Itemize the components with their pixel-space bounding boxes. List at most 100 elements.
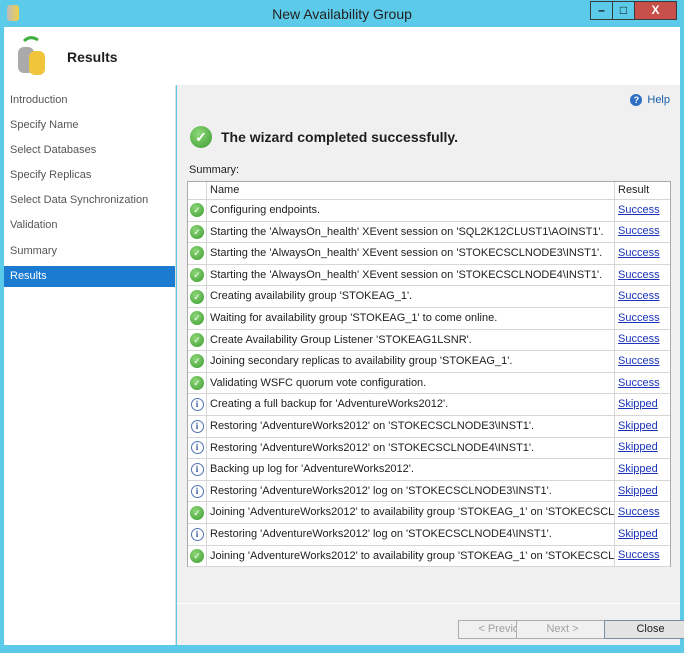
- sidebar-item-summary[interactable]: Summary: [4, 241, 175, 262]
- result-link[interactable]: Skipped: [618, 485, 658, 497]
- row-icon-cell: i: [188, 437, 207, 459]
- row-result: Success: [615, 502, 660, 523]
- result-link[interactable]: Success: [618, 225, 660, 237]
- result-link[interactable]: Skipped: [618, 398, 658, 410]
- row-result: Success: [615, 200, 660, 221]
- divider: [177, 603, 680, 604]
- row-name: Creating availability group 'STOKEAG_1'.: [207, 286, 615, 307]
- table-row[interactable]: ✓ Starting the 'AlwaysOn_health' XEvent s…: [188, 264, 670, 287]
- result-link[interactable]: Skipped: [618, 463, 658, 475]
- result-link[interactable]: Success: [618, 333, 660, 345]
- table-row[interactable]: ✓ Starting the 'AlwaysOn_health' XEvent s…: [188, 221, 670, 244]
- result-link[interactable]: Success: [618, 269, 660, 281]
- success-icon: ✓: [190, 224, 204, 239]
- sidebar-item-select-databases[interactable]: Select Databases: [4, 140, 175, 161]
- success-icon: ✓: [190, 268, 204, 283]
- row-result: Skipped: [615, 437, 658, 458]
- close-window-button[interactable]: X: [634, 1, 677, 20]
- row-icon-cell: i: [188, 394, 207, 415]
- row-name: Starting the 'AlwaysOn_health' XEvent se…: [207, 221, 615, 243]
- row-name: Backing up log for 'AdventureWorks2012'.: [207, 459, 615, 480]
- results-table[interactable]: Name Result ✓ Configuring endpoints. Succe…: [187, 181, 671, 568]
- header-icon-cell: [188, 182, 207, 199]
- status-text: The wizard completed successfully.: [221, 129, 459, 145]
- column-name[interactable]: Name: [207, 182, 615, 199]
- result-link[interactable]: Success: [618, 506, 660, 518]
- result-link[interactable]: Success: [618, 355, 660, 367]
- next-button[interactable]: Next >: [516, 620, 609, 639]
- info-icon: i: [190, 462, 204, 476]
- result-link[interactable]: Success: [618, 312, 660, 324]
- sidebar-item-select-data-synchronization[interactable]: Select Data Synchronization: [4, 190, 175, 211]
- info-icon: i: [190, 527, 204, 541]
- wizard-header: Results: [4, 27, 680, 85]
- result-link[interactable]: Success: [618, 290, 660, 302]
- table-row[interactable]: ✓ Joining 'AdventureWorks2012' to availab…: [188, 502, 670, 524]
- success-icon: ✓: [190, 332, 204, 347]
- row-result: Success: [615, 265, 660, 286]
- table-row[interactable]: i Restoring 'AdventureWorks2012' on 'STOK…: [188, 437, 670, 460]
- row-icon-cell: ✓: [188, 372, 207, 394]
- table-row[interactable]: ✓ Joining 'AdventureWorks2012' to availab…: [188, 545, 670, 568]
- success-icon: ✓: [190, 246, 204, 261]
- completion-status: ✓ The wizard completed successfully.: [190, 126, 458, 148]
- row-name: Waiting for availability group 'STOKEAG_…: [207, 308, 615, 329]
- help-icon: ?: [630, 94, 643, 106]
- row-name: Restoring 'AdventureWorks2012' on 'STOKE…: [207, 437, 615, 459]
- result-link[interactable]: Success: [618, 247, 660, 259]
- info-icon: i: [190, 419, 204, 433]
- result-link[interactable]: Success: [618, 377, 660, 389]
- minimize-button[interactable]: –: [590, 1, 613, 20]
- table-row[interactable]: i Restoring 'AdventureWorks2012' on 'STOK…: [188, 416, 670, 438]
- table-row[interactable]: i Restoring 'AdventureWorks2012' log on '…: [188, 524, 670, 546]
- row-icon-cell: ✓: [188, 545, 207, 567]
- summary-label: Summary:: [189, 164, 240, 176]
- result-link[interactable]: Skipped: [618, 441, 658, 453]
- table-row[interactable]: i Restoring 'AdventureWorks2012' log on '…: [188, 480, 670, 503]
- row-name: Restoring 'AdventureWorks2012' log on 'S…: [207, 524, 615, 545]
- row-result: Skipped: [615, 394, 658, 415]
- table-row[interactable]: i Backing up log for 'AdventureWorks2012'…: [188, 459, 670, 481]
- table-row[interactable]: ✓ Create Availability Group Listener 'STO…: [188, 329, 670, 352]
- sidebar-item-specify-name[interactable]: Specify Name: [4, 115, 175, 136]
- row-result: Success: [615, 243, 660, 264]
- sidebar-item-introduction[interactable]: Introduction: [4, 90, 175, 111]
- column-result[interactable]: Result: [615, 182, 649, 199]
- success-check-icon: ✓: [190, 126, 212, 148]
- title-bar: New Availability Group – □ X: [0, 0, 684, 27]
- sidebar-item-specify-replicas[interactable]: Specify Replicas: [4, 165, 175, 186]
- table-row[interactable]: ✓ Validating WSFC quorum vote configurati…: [188, 372, 670, 395]
- database-sync-icon: [18, 36, 45, 75]
- row-name: Starting the 'AlwaysOn_health' XEvent se…: [207, 243, 615, 264]
- result-link[interactable]: Success: [618, 549, 660, 561]
- info-icon: i: [190, 398, 204, 412]
- row-icon-cell: ✓: [188, 243, 207, 264]
- row-result: Success: [615, 329, 660, 350]
- table-row[interactable]: ✓ Joining secondary replicas to availabil…: [188, 351, 670, 373]
- maximize-button[interactable]: □: [612, 1, 635, 20]
- row-result: Skipped: [615, 416, 658, 437]
- row-name: Create Availability Group Listener 'STOK…: [207, 329, 615, 351]
- table-row[interactable]: i Creating a full backup for 'AdventureWo…: [188, 394, 670, 416]
- table-row[interactable]: ✓ Creating availability group 'STOKEAG_1'…: [188, 286, 670, 308]
- help-link[interactable]: ? Help: [630, 94, 670, 106]
- close-button[interactable]: Close: [604, 620, 684, 639]
- result-link[interactable]: Skipped: [618, 528, 658, 540]
- row-result: Skipped: [615, 481, 658, 502]
- window-title: New Availability Group: [272, 6, 412, 22]
- help-label: Help: [647, 94, 670, 106]
- info-icon: i: [190, 484, 204, 498]
- sidebar-item-results[interactable]: Results: [4, 266, 175, 287]
- row-name: Creating a full backup for 'AdventureWor…: [207, 394, 615, 415]
- table-row[interactable]: ✓ Waiting for availability group 'STOKEAG…: [188, 308, 670, 330]
- result-link[interactable]: Success: [618, 204, 660, 216]
- row-name: Joining 'AdventureWorks2012' to availabi…: [207, 545, 615, 567]
- table-row[interactable]: ✓ Starting the 'AlwaysOn_health' XEvent s…: [188, 243, 670, 265]
- table-row[interactable]: ✓ Configuring endpoints. Success: [188, 200, 670, 222]
- sidebar-item-validation[interactable]: Validation: [4, 215, 175, 236]
- row-result: Success: [615, 308, 660, 329]
- row-icon-cell: ✓: [188, 308, 207, 329]
- row-result: Skipped: [615, 524, 658, 545]
- result-link[interactable]: Skipped: [618, 420, 658, 432]
- row-icon-cell: ✓: [188, 200, 207, 221]
